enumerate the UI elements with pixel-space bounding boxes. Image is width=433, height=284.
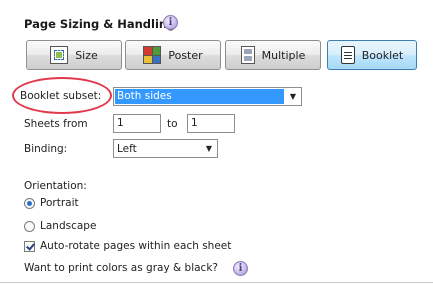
booklet-subset-label: Booklet subset: [20,90,102,102]
poster-button-label: Poster [168,48,203,62]
portrait-radio[interactable] [24,197,35,209]
sheets-to-label: to [167,118,178,130]
booklet-subset-select[interactable]: Both sides ▼ [113,87,302,106]
landscape-label: Landscape [40,220,97,232]
help-icon[interactable]: i [233,261,248,276]
help-icon[interactable]: i [163,15,178,30]
size-icon [50,46,69,64]
binding-label: Binding: [24,143,68,155]
booklet-button-label: Booklet [361,48,404,62]
auto-rotate-option[interactable]: Auto-rotate pages within each sheet [24,240,231,252]
section-title: Page Sizing & Handling [24,17,176,31]
poster-button[interactable]: Poster [125,40,221,70]
size-button[interactable]: Size [26,40,122,70]
multiple-icon [240,46,255,64]
gray-print-label: Want to print colors as gray & black? [24,262,218,274]
landscape-radio[interactable] [24,220,35,232]
multiple-button[interactable]: Multiple [225,40,321,70]
booklet-subset-value: Both sides [115,89,284,104]
sheets-from-input[interactable]: 1 [113,114,161,133]
auto-rotate-checkbox[interactable] [24,240,35,252]
divider [0,282,433,283]
sheets-from-label: Sheets from [24,118,88,130]
portrait-radio-option[interactable]: Portrait [24,197,79,209]
binding-value: Left [117,142,137,155]
landscape-radio-option[interactable]: Landscape [24,220,96,232]
orientation-label: Orientation: [24,180,87,192]
poster-icon [143,46,162,64]
sheets-to-input[interactable]: 1 [187,114,235,133]
size-button-label: Size [75,48,98,62]
chevron-down-icon[interactable]: ▼ [201,144,217,153]
booklet-icon [340,46,355,64]
portrait-label: Portrait [40,197,79,209]
chevron-down-icon[interactable]: ▼ [285,92,301,101]
auto-rotate-label: Auto-rotate pages within each sheet [40,240,232,252]
booklet-button[interactable]: Booklet [327,40,417,70]
multiple-button-label: Multiple [261,48,306,62]
binding-select[interactable]: Left ▼ [113,139,218,158]
